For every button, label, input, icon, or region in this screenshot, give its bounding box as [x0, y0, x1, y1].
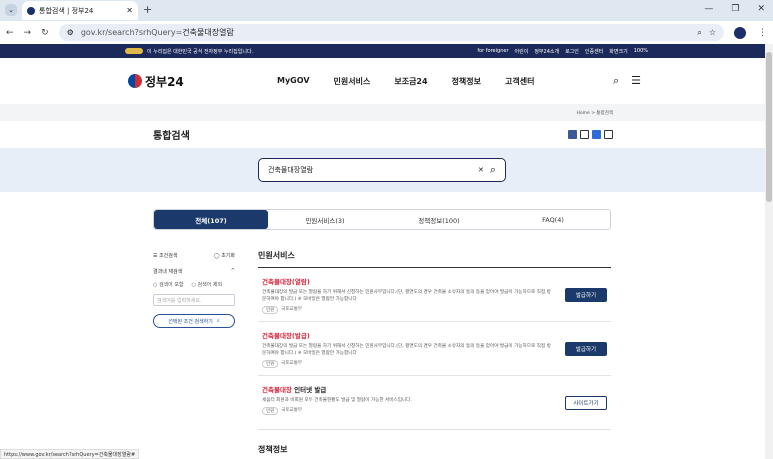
list-item: 건축물대장(열람) 건축물대장의 발급 또는 열람을 하기 위해서 신청하는 민… — [258, 268, 611, 322]
issue-button[interactable]: 발급하기 — [565, 342, 607, 356]
minimize-icon[interactable]: — — [704, 4, 713, 14]
reload-icon[interactable]: ↻ — [41, 28, 49, 38]
refine-input[interactable]: 검색어를 입력하세요. — [153, 294, 235, 306]
issue-button[interactable]: 발급하기 — [565, 288, 607, 302]
results-main: 민원서비스 건축물대장(열람) 건축물대장의 발급 또는 열람을 하기 위해서 … — [258, 250, 611, 430]
search-band: 건축물대장열람 ✕ ⌕ — [0, 148, 773, 192]
browser-chrome: ⌄ 통합검색 | 정부24 ✕ + — ❐ ✕ ← → ↻ ⚙ gov.kr/s… — [0, 0, 773, 44]
exclude-radio[interactable]: ○ 검색어 제외 — [192, 281, 223, 288]
list-item: 건축물대장(발급) 건축물대장의 발급 또는 열람을 하기 위해서 신청하는 민… — [258, 322, 611, 376]
url-query: 건축물대장열람 — [182, 28, 234, 37]
gov-links: for foreigner 어린이 정부24소개 로그인 인증센터 화면크기 1… — [477, 48, 648, 55]
gov-mark-icon — [125, 48, 143, 54]
item-tag: 민원 — [262, 407, 279, 415]
refine-title: 결과내 재검색 — [153, 269, 183, 275]
url-prefix: gov.kr/search?srhQuery= — [80, 28, 183, 37]
item-title[interactable]: 건축물대장 인터넷 발급 — [262, 384, 607, 394]
item-tag: 민원 — [262, 360, 279, 368]
search-value: 건축물대장열람 — [268, 166, 314, 174]
item-tag: 민원 — [262, 306, 279, 314]
site-info-icon[interactable]: ⚙ — [67, 28, 74, 37]
reset-button[interactable]: ◯ 초기화 — [214, 252, 235, 259]
maximize-icon[interactable]: ❐ — [731, 4, 739, 14]
gov-link[interactable]: 화면크기 — [609, 48, 627, 55]
item-title[interactable]: 건축물대장(열람) — [262, 276, 607, 286]
item-desc: 건축물대장의 발급 또는 열람을 하기 위해서 신청하는 민원사무입니다.(단,… — [262, 344, 551, 356]
logo-text: 정부24 — [145, 74, 184, 89]
include-radio[interactable]: ○ 검색어 포함 — [153, 281, 184, 288]
gov-link[interactable]: for foreigner — [477, 48, 508, 55]
close-window-icon[interactable]: ✕ — [757, 4, 765, 14]
gov-link[interactable]: 인증센터 — [585, 48, 603, 55]
filter-title: ☰ 조건검색 — [153, 253, 178, 259]
search-submit-icon[interactable]: ⌕ — [490, 163, 496, 177]
back-icon[interactable]: ← — [6, 28, 14, 38]
zoom-icon[interactable]: ⌕ — [697, 28, 701, 38]
tab-search-icon[interactable]: ⌄ — [5, 4, 17, 16]
site-logo[interactable]: 정부24 — [128, 73, 184, 90]
chevron-up-icon[interactable]: ^ — [231, 268, 235, 275]
new-tab-icon[interactable]: + — [143, 3, 152, 16]
taegeuk-logo-icon — [128, 74, 142, 88]
x-twitter-icon[interactable] — [580, 130, 589, 139]
status-bar-url: https://www.gov.kr/search?srhQuery=건축물대장… — [0, 449, 140, 459]
breadcrumb: Home > 통합검색 — [0, 104, 773, 121]
profile-avatar[interactable] — [734, 26, 746, 39]
item-desc: 세움터 회원과 비회원 모두 건축물현황도 발급 및 열람이 가능한 서비스입니… — [262, 398, 412, 403]
section-title-policy: 정책정보 — [258, 445, 288, 454]
nav-mygov[interactable]: MyGOV — [277, 76, 310, 87]
page-title: 통합검색 — [153, 131, 190, 142]
nav-customer-center[interactable]: 고객센터 — [505, 76, 534, 87]
filter-sidebar: ☰ 조건검색 ◯ 초기화 결과내 재검색 ^ ○ 검색어 포함 ○ 검색어 제외… — [153, 252, 235, 328]
nav-subsidy[interactable]: 보조금24 — [394, 76, 427, 87]
gov-banner: 이 누리집은 대한민국 공식 전자정부 누리집입니다. for foreigne… — [0, 44, 773, 58]
apply-filter-button[interactable]: 선택된 조건 검색하기 ⌕ — [153, 314, 235, 328]
visit-site-button[interactable]: 사이트가기 — [565, 396, 607, 410]
scrollbar[interactable] — [765, 44, 773, 459]
search-icon: ⌕ — [216, 318, 220, 324]
facebook-icon[interactable] — [568, 130, 577, 139]
gov-link[interactable]: 정부24소개 — [534, 48, 559, 55]
hamburger-menu-icon[interactable]: ☰ — [631, 74, 641, 88]
gov-link[interactable]: 어린이 — [515, 48, 529, 55]
gov-notice: 이 누리집은 대한민국 공식 전자정부 누리집입니다. — [147, 48, 254, 55]
tab-faq[interactable]: FAQ(4) — [496, 210, 610, 229]
forward-icon[interactable]: → — [24, 28, 32, 38]
print-icon[interactable] — [604, 130, 613, 139]
section-title: 민원서비스 — [258, 250, 611, 268]
share-icons — [568, 130, 613, 139]
bookmark-star-icon[interactable]: ☆ — [709, 28, 716, 37]
nav-civil-service[interactable]: 민원서비스 — [334, 76, 371, 87]
browser-tab[interactable]: 통합검색 | 정부24 ✕ — [22, 1, 138, 20]
address-bar[interactable]: ⚙ gov.kr/search?srhQuery=건축물대장열람 ⌕ ☆ — [58, 24, 724, 41]
close-tab-icon[interactable]: ✕ — [126, 6, 133, 15]
list-item: 건축물대장 인터넷 발급 세움터 회원과 비회원 모두 건축물현황도 발급 및 … — [258, 376, 611, 430]
tab-strip: ⌄ 통합검색 | 정부24 ✕ + — ❐ ✕ — [0, 0, 773, 20]
item-org: 국토교통부 — [281, 408, 302, 413]
search-input[interactable]: 건축물대장열람 ✕ ⌕ — [258, 158, 506, 182]
window-controls: — ❐ ✕ — [704, 4, 765, 14]
item-desc: 건축물대장의 발급 또는 열람을 하기 위해서 신청하는 민원사무입니다.(단,… — [262, 290, 551, 302]
nav-policy[interactable]: 정책정보 — [452, 76, 481, 87]
favicon-icon — [27, 6, 35, 15]
item-title[interactable]: 건축물대장(발급) — [262, 330, 607, 340]
zoom-level[interactable]: 100% — [634, 48, 648, 55]
address-bar-row: ← → ↻ ⚙ gov.kr/search?srhQuery=건축물대장열람 ⌕… — [0, 21, 773, 44]
tab-civil-service[interactable]: 민원서비스(3) — [268, 210, 382, 229]
tab-policy[interactable]: 정책정보(100) — [382, 210, 496, 229]
blog-icon[interactable] — [592, 130, 601, 139]
tab-title: 통합검색 | 정부24 — [39, 6, 94, 15]
gov-link[interactable]: 로그인 — [565, 48, 579, 55]
site-header: 정부24 MyGOV 민원서비스 보조금24 정책정보 고객센터 ⌕ ☰ — [0, 58, 773, 104]
scrollbar-thumb[interactable] — [766, 52, 772, 202]
item-org: 국토교통부 — [281, 361, 302, 366]
search-icon[interactable]: ⌕ — [613, 74, 619, 88]
menu-kebab-icon[interactable]: ⋮ — [758, 28, 767, 38]
clear-icon[interactable]: ✕ — [478, 166, 484, 174]
item-org: 국토교통부 — [281, 307, 302, 312]
main-nav: MyGOV 민원서비스 보조금24 정책정보 고객센터 — [277, 76, 534, 87]
result-tabs: 전체(107) 민원서비스(3) 정책정보(100) FAQ(4) — [153, 209, 611, 230]
tab-all[interactable]: 전체(107) — [154, 210, 268, 229]
